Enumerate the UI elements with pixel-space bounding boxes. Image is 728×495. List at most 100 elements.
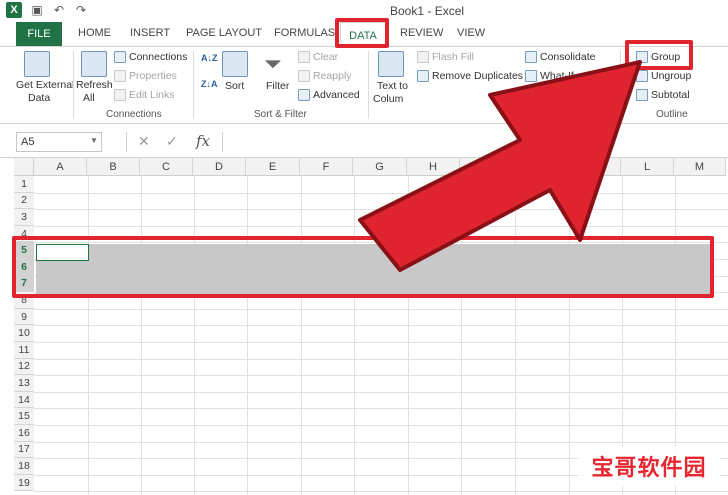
edit-links-button[interactable]: Edit Links bbox=[114, 89, 175, 101]
ungroup-label: Ungroup bbox=[651, 70, 692, 82]
row-header[interactable]: 10 bbox=[14, 325, 34, 342]
row-header[interactable]: 13 bbox=[14, 375, 34, 392]
column-header[interactable]: F bbox=[300, 158, 353, 176]
ribbon-data: Get External Data Refresh All Connection… bbox=[0, 46, 728, 124]
properties-label: Properties bbox=[129, 70, 177, 82]
column-header[interactable]: M bbox=[674, 158, 726, 176]
consolidate-button[interactable]: Consolidate bbox=[525, 51, 595, 63]
subtotal-button[interactable]: Subtotal bbox=[636, 89, 690, 101]
refresh-label[interactable]: Refresh bbox=[76, 79, 113, 91]
column-header[interactable]: K bbox=[568, 158, 621, 176]
row-header[interactable]: 19 bbox=[14, 474, 34, 492]
excel-logo-icon: X bbox=[6, 2, 22, 18]
gridline-horizontal bbox=[34, 358, 728, 360]
row-header[interactable]: 16 bbox=[14, 425, 34, 442]
edit-links-label: Edit Links bbox=[129, 89, 175, 101]
advanced-button[interactable]: Advanced bbox=[298, 89, 360, 101]
sort-filter-group-label: Sort & Filter bbox=[254, 109, 307, 120]
name-box-dropdown-icon[interactable]: ▼ bbox=[90, 136, 98, 145]
tab-home[interactable]: HOME bbox=[78, 27, 111, 39]
group-separator bbox=[73, 51, 74, 119]
group-button-highlight bbox=[625, 40, 693, 70]
tab-insert[interactable]: INSERT bbox=[130, 27, 170, 39]
tab-review[interactable]: REVIEW bbox=[400, 27, 443, 39]
worksheet-grid[interactable]: ABCDEFGHIJKLM 1 2 3 4 5 6 7 8 9 10 11 12 13 14 15 16 17 1… bbox=[0, 158, 728, 495]
formula-divider bbox=[126, 132, 127, 152]
column-header[interactable]: J bbox=[514, 158, 568, 176]
column-header[interactable]: L bbox=[621, 158, 674, 176]
column-header[interactable]: E bbox=[246, 158, 300, 176]
remove-duplicates-button[interactable]: Remove Duplicates bbox=[417, 70, 523, 82]
row-header[interactable]: 9 bbox=[14, 308, 34, 326]
reapply-button[interactable]: Reapply bbox=[298, 70, 352, 82]
cancel-icon[interactable]: ✕ bbox=[138, 133, 150, 150]
row-header[interactable]: 11 bbox=[14, 342, 34, 359]
tab-file[interactable]: FILE bbox=[16, 22, 62, 46]
row-header[interactable]: 17 bbox=[14, 441, 34, 459]
clear-button[interactable]: Clear bbox=[298, 51, 338, 63]
connections-button[interactable]: Connections bbox=[114, 51, 187, 63]
sort-az-icon[interactable]: A↓Z bbox=[201, 53, 218, 63]
gridline-horizontal bbox=[34, 441, 728, 443]
undo-icon[interactable]: ↶ bbox=[52, 3, 66, 17]
flash-fill-label: Flash Fill bbox=[432, 51, 475, 63]
gridline-horizontal bbox=[34, 325, 728, 327]
filter-funnel-icon: ⏷ bbox=[264, 51, 282, 76]
advanced-icon bbox=[298, 89, 310, 101]
consolidate-label: Consolidate bbox=[540, 51, 596, 63]
gridline-vertical bbox=[569, 176, 570, 495]
watermark: 宝哥软件园 bbox=[578, 446, 720, 486]
flash-fill-icon bbox=[417, 51, 429, 63]
text-to-columns-icon bbox=[378, 51, 404, 77]
row-header[interactable]: 18 bbox=[14, 458, 34, 475]
ungroup-button[interactable]: Ungroup bbox=[636, 70, 691, 82]
filter-button[interactable]: Filter bbox=[266, 80, 289, 92]
group-separator bbox=[620, 51, 621, 119]
row-header[interactable]: 2 bbox=[14, 192, 34, 210]
row-header[interactable]: 1 bbox=[14, 176, 34, 193]
row-header[interactable]: 14 bbox=[14, 391, 34, 409]
gridline-horizontal bbox=[34, 308, 728, 310]
column-header[interactable]: H bbox=[407, 158, 460, 176]
row-header[interactable]: 3 bbox=[14, 209, 34, 226]
sort-za-icon[interactable]: Z↓A bbox=[201, 79, 218, 89]
flash-fill-button[interactable]: Flash Fill bbox=[417, 51, 474, 63]
advanced-label: Advanced bbox=[313, 89, 360, 101]
column-header[interactable]: I bbox=[460, 158, 514, 176]
tab-formulas[interactable]: FORMULAS bbox=[274, 27, 335, 39]
text-to-label-2[interactable]: Colum bbox=[373, 93, 403, 105]
clear-icon bbox=[298, 51, 310, 63]
get-external-data-label-2[interactable]: Data bbox=[28, 92, 50, 104]
refresh-all-label[interactable]: All bbox=[83, 92, 95, 104]
properties-button[interactable]: Properties bbox=[114, 70, 177, 82]
tab-view[interactable]: VIEW bbox=[457, 27, 485, 39]
enter-icon[interactable]: ✓ bbox=[166, 133, 178, 150]
remove-duplicates-label: Remove Duplicates bbox=[432, 70, 524, 82]
get-external-data-label-1[interactable]: Get External bbox=[16, 79, 74, 91]
select-all-corner[interactable] bbox=[14, 158, 34, 176]
formula-input[interactable] bbox=[222, 132, 722, 152]
formula-bar: A5 ▼ ✕ ✓ fx bbox=[0, 124, 728, 158]
gridline-vertical bbox=[408, 176, 409, 495]
sort-button[interactable]: Sort bbox=[225, 80, 244, 92]
remove-duplicates-icon bbox=[417, 70, 429, 82]
reapply-icon bbox=[298, 70, 310, 82]
column-header[interactable]: A bbox=[34, 158, 87, 176]
column-header[interactable]: C bbox=[140, 158, 193, 176]
column-header[interactable]: D bbox=[193, 158, 246, 176]
gridline-vertical bbox=[247, 176, 248, 495]
what-if-button[interactable]: What-If bbox=[525, 70, 574, 82]
tab-page-layout[interactable]: PAGE LAYOUT bbox=[186, 27, 262, 39]
text-to-label-1[interactable]: Text to bbox=[377, 80, 408, 92]
get-external-data-icon bbox=[24, 51, 50, 77]
row-header[interactable]: 15 bbox=[14, 408, 34, 425]
redo-icon[interactable]: ↷ bbox=[74, 3, 88, 17]
insert-function-icon[interactable]: fx bbox=[196, 132, 210, 150]
column-header[interactable]: G bbox=[353, 158, 407, 176]
column-header[interactable]: B bbox=[87, 158, 140, 176]
row-header[interactable]: 12 bbox=[14, 358, 34, 376]
gridline-horizontal bbox=[34, 209, 728, 211]
gridline-vertical bbox=[515, 176, 516, 495]
save-icon[interactable]: ▣ bbox=[30, 3, 44, 17]
gridline-horizontal bbox=[34, 408, 728, 410]
